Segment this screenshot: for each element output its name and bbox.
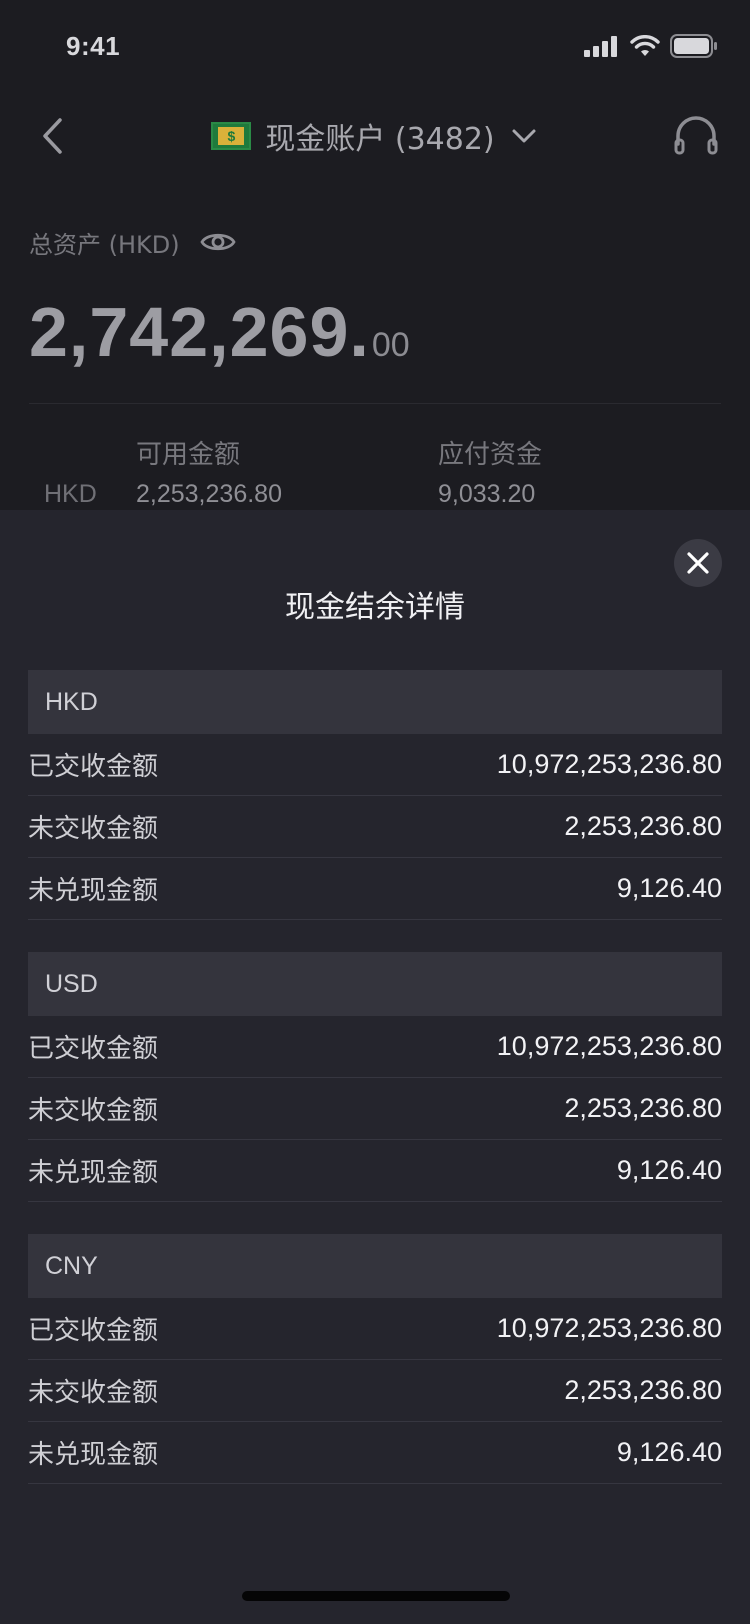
signal-icon [584, 36, 617, 57]
list-item: 已交收金额 10,972,253,236.80 [28, 1298, 722, 1360]
asset-summary: 总资产 (HKD) 2,742,269. 00 [29, 212, 721, 372]
row-value: 9,126.40 [616, 873, 722, 903]
currency-section-usd: USD 已交收金额 10,972,253,236.80 未交收金额 2,253,… [28, 952, 722, 1202]
customer-service-button[interactable] [670, 110, 722, 162]
sheet-title: 现金结余详情 [285, 590, 465, 625]
eye-icon[interactable] [200, 229, 236, 255]
row-label: 未兑现金额 [28, 1440, 159, 1470]
row-label: 已交收金额 [28, 1316, 159, 1346]
currency-section-cny: CNY 已交收金额 10,972,253,236.80 未交收金额 2,253,… [28, 1234, 722, 1484]
available-value: 2,253,236.80 [136, 480, 282, 508]
row-value: 10,972,253,236.80 [496, 1313, 722, 1343]
list-item: 已交收金额 10,972,253,236.80 [28, 1016, 722, 1078]
row-value: 2,253,236.80 [564, 811, 722, 841]
account-switcher[interactable]: $ 现金账户 (3482) [211, 114, 538, 158]
cash-balance-sheet: 现金结余详情 HKD 已交收金额 10,972,253,236.80 未交收金额… [0, 510, 750, 1624]
total-assets-amount: 2,742,269. 00 [29, 292, 721, 372]
payable-value: 9,033.20 [438, 480, 536, 508]
close-button[interactable] [674, 539, 722, 587]
list-item: 未交收金额 2,253,236.80 [28, 1078, 722, 1140]
row-label: 已交收金额 [28, 752, 159, 782]
status-bar: 9:41 [0, 0, 750, 92]
status-icons [584, 34, 718, 58]
row-value: 10,972,253,236.80 [496, 1031, 722, 1061]
wifi-icon [630, 35, 660, 56]
row-value: 10,972,253,236.80 [496, 749, 722, 779]
home-indicator [242, 1591, 510, 1601]
back-button[interactable] [32, 112, 80, 160]
close-icon [687, 552, 709, 574]
row-label: 未兑现金额 [28, 876, 159, 906]
headset-icon [674, 116, 718, 155]
list-item: 未兑现金额 9,126.40 [28, 1140, 722, 1202]
section-header: CNY [28, 1234, 722, 1298]
status-time: 9:41 [66, 30, 121, 61]
available-label: 可用金额 [136, 440, 241, 470]
row-value: 9,126.40 [616, 1155, 722, 1185]
row-label: 未交收金额 [28, 814, 159, 844]
chevron-left-icon [43, 118, 62, 154]
total-amount-decimal: 00 [371, 326, 410, 364]
account-title: 现金账户 (3482) [265, 122, 495, 157]
battery-icon [670, 34, 717, 58]
chevron-down-icon [512, 129, 536, 143]
list-item: 未兑现金额 9,126.40 [28, 1422, 722, 1484]
total-assets-label: 总资产 (HKD) [29, 230, 180, 259]
list-item: 未兑现金额 9,126.40 [28, 858, 722, 920]
row-value: 9,126.40 [616, 1437, 722, 1467]
section-header: HKD [28, 670, 722, 734]
row-value: 2,253,236.80 [564, 1375, 722, 1405]
total-amount-integer: 2,742,269. [29, 293, 370, 371]
row-label: 未交收金额 [28, 1096, 159, 1126]
list-item: 未交收金额 2,253,236.80 [28, 796, 722, 858]
nav-bar: $ 现金账户 (3482) [0, 92, 750, 180]
row-label: 未兑现金额 [28, 1158, 159, 1188]
cash-account-icon: $ [211, 122, 252, 150]
list-item: 未交收金额 2,253,236.80 [28, 1360, 722, 1422]
summary-currency: HKD [44, 480, 97, 508]
payable-label: 应付资金 [438, 440, 543, 470]
summary-divider [29, 403, 721, 404]
row-value: 2,253,236.80 [564, 1093, 722, 1123]
row-label: 未交收金额 [28, 1378, 159, 1408]
currency-section-hkd: HKD 已交收金额 10,972,253,236.80 未交收金额 2,253,… [28, 670, 722, 920]
section-header: USD [28, 952, 722, 1016]
list-item: 已交收金额 10,972,253,236.80 [28, 734, 722, 796]
row-label: 已交收金额 [28, 1034, 159, 1064]
